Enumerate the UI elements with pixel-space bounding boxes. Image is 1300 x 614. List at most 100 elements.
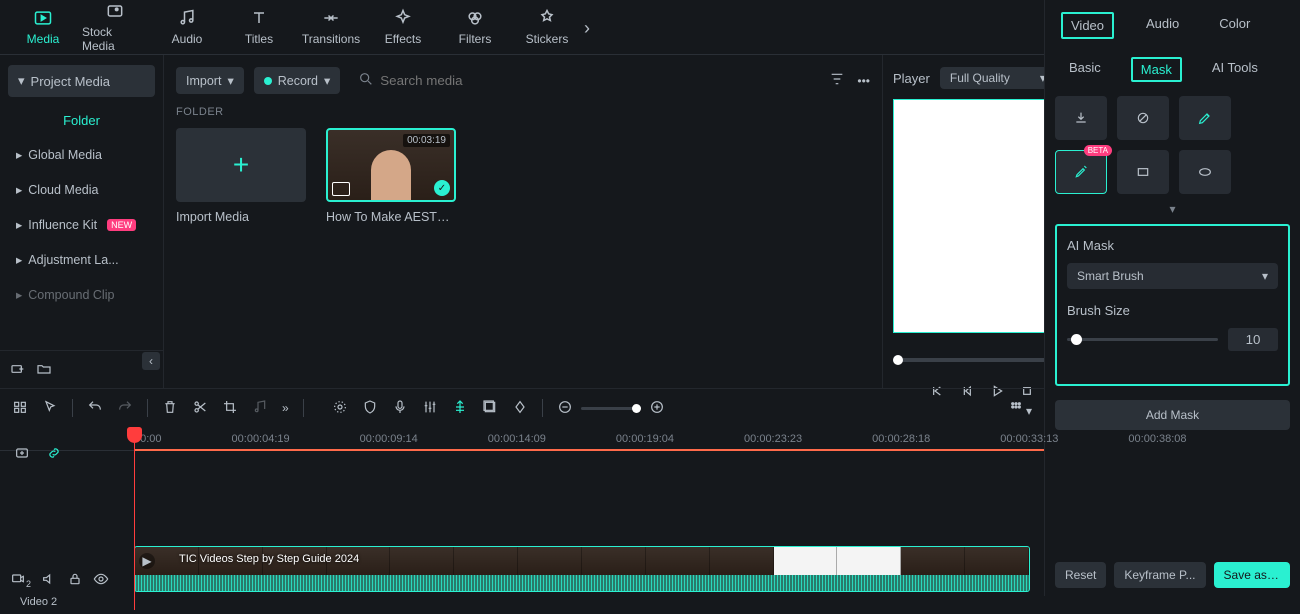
tab-effects[interactable]: Effects	[370, 0, 436, 55]
tab-label: Stock Media	[82, 25, 148, 53]
crop-icon[interactable]	[222, 399, 238, 418]
subtab-ai[interactable]: AI Tools	[1204, 57, 1266, 82]
sidebar-item-adjustment[interactable]: ▸Adjustment La...	[6, 243, 157, 276]
expand-masks[interactable]: ▾	[1055, 202, 1290, 216]
cut-icon[interactable]	[192, 399, 208, 418]
right-tab-video[interactable]: Video	[1061, 12, 1114, 39]
label: Project Media	[31, 74, 110, 89]
chevron-down-icon: ▾	[18, 73, 25, 89]
right-tab-color[interactable]: Color	[1211, 12, 1258, 39]
card-label: Import Media	[176, 210, 306, 224]
smart-brush-select[interactable]: Smart Brush▾	[1067, 263, 1278, 289]
link-track-icon[interactable]	[46, 445, 62, 464]
more-icon[interactable]: •••	[857, 74, 870, 88]
mixer-icon[interactable]	[422, 399, 438, 418]
tab-stickers[interactable]: Stickers	[514, 0, 580, 55]
subtab-basic[interactable]: Basic	[1061, 57, 1109, 82]
ruler-line	[134, 449, 1044, 451]
mic-icon[interactable]	[392, 399, 408, 418]
tl-layout-icon[interactable]	[12, 399, 28, 418]
tabs-overflow[interactable]: ›	[584, 18, 590, 39]
track-audio-icon[interactable]	[41, 571, 57, 590]
reset-button[interactable]: Reset	[1055, 562, 1106, 588]
zoom-slider[interactable]	[581, 407, 641, 410]
playhead[interactable]	[134, 427, 135, 610]
tab-label: Effects	[385, 32, 421, 46]
track-name: Video 2	[20, 596, 57, 608]
zoom-out-icon[interactable]	[557, 399, 573, 418]
tl-cursor-icon[interactable]	[42, 399, 58, 418]
format-icon	[332, 182, 350, 196]
import-dropdown[interactable]: Import▾	[176, 67, 244, 94]
mask-pen[interactable]	[1179, 96, 1231, 140]
undo-icon[interactable]	[87, 399, 103, 418]
add-track-icon[interactable]	[14, 445, 30, 464]
tab-audio[interactable]: Audio	[154, 0, 220, 55]
clip-title: TIC Videos Step by Step Guide 2024	[179, 553, 359, 565]
brush-slider[interactable]	[1067, 338, 1218, 341]
shield-icon[interactable]	[362, 399, 378, 418]
rec-dot-icon	[264, 77, 272, 85]
marker-icon[interactable]	[452, 399, 468, 418]
sidebar-item-cloud[interactable]: ▸Cloud Media	[6, 173, 157, 206]
delete-icon[interactable]	[162, 399, 178, 418]
ai-mask-panel: AI Mask Smart Brush▾ Brush Size	[1055, 224, 1290, 386]
tab-label: Media	[27, 32, 60, 46]
clip-duration: 00:03:19	[403, 134, 450, 147]
thumb-image	[371, 150, 411, 200]
add-mask-button[interactable]: Add Mask	[1055, 400, 1290, 430]
adjust-icon[interactable]	[332, 399, 348, 418]
audio-waveform	[135, 575, 1029, 591]
subtab-mask[interactable]: Mask	[1131, 57, 1182, 82]
track-lock-icon[interactable]	[67, 571, 83, 590]
save-preset-button[interactable]: Save as cu...	[1214, 562, 1290, 588]
track-video-icon[interactable]: 2	[10, 571, 31, 590]
quality-dropdown[interactable]: Full Quality▾	[940, 67, 1056, 89]
tab-label: Filters	[459, 32, 492, 46]
redo-icon[interactable]	[117, 399, 133, 418]
timeline-ruler[interactable]: 00:00 00:00:04:19 00:00:09:14 00:00:14:0…	[0, 427, 1044, 451]
mask-import[interactable]	[1055, 96, 1107, 140]
track-visible-icon[interactable]	[93, 571, 109, 590]
grid-view-icon[interactable]: ▾	[1008, 399, 1032, 418]
clip-play-icon: ▶	[139, 553, 155, 569]
group-icon[interactable]	[482, 399, 498, 418]
sidebar-item-compound[interactable]: ▸Compound Clip	[6, 278, 157, 311]
mask-rect[interactable]	[1117, 150, 1169, 194]
zoom-in-icon[interactable]	[649, 399, 665, 418]
tab-titles[interactable]: Titles	[226, 0, 292, 55]
sidebar-item-influence[interactable]: ▸Influence KitNEW	[6, 208, 157, 241]
record-dropdown[interactable]: Record▾	[254, 67, 341, 94]
right-tab-audio[interactable]: Audio	[1138, 12, 1187, 39]
mask-none[interactable]	[1117, 96, 1169, 140]
mask-ellipse[interactable]	[1179, 150, 1231, 194]
tab-label: Stickers	[526, 32, 569, 46]
filter-icon[interactable]	[829, 71, 845, 90]
mask-brush[interactable]: BETA	[1055, 150, 1107, 194]
timeline-clip[interactable]: ▶ TIC Videos Step by Step Guide 2024	[134, 546, 1030, 592]
beta-badge: BETA	[1084, 145, 1112, 156]
more-tools-icon[interactable]: »	[282, 401, 289, 415]
search-input[interactable]	[380, 73, 520, 88]
new-folder-icon[interactable]	[10, 361, 26, 380]
keyframe-button[interactable]: Keyframe P...	[1114, 562, 1205, 588]
collapse-sidebar[interactable]: ‹	[142, 352, 160, 370]
new-badge: NEW	[107, 219, 136, 231]
tab-label: Transitions	[302, 32, 360, 46]
sidebar-item-global[interactable]: ▸Global Media	[6, 138, 157, 171]
card-label: How To Make AESTHE...	[326, 210, 456, 224]
import-media-button[interactable]: +	[176, 128, 306, 202]
tab-stock[interactable]: Stock Media	[82, 0, 148, 55]
tab-filters[interactable]: Filters	[442, 0, 508, 55]
tab-transitions[interactable]: Transitions	[298, 0, 364, 55]
folder-icon[interactable]	[36, 361, 52, 380]
media-clip[interactable]: 00:03:19 ✓	[326, 128, 456, 202]
project-media-dropdown[interactable]: ▾ Project Media	[8, 65, 155, 97]
folder-heading: Folder	[0, 103, 163, 138]
player-label: Player	[893, 71, 930, 86]
search-icon	[358, 71, 374, 90]
music-icon[interactable]	[252, 399, 268, 418]
brush-size-input[interactable]	[1228, 328, 1278, 351]
tab-media[interactable]: Media	[10, 0, 76, 55]
keyframe-icon[interactable]	[512, 399, 528, 418]
